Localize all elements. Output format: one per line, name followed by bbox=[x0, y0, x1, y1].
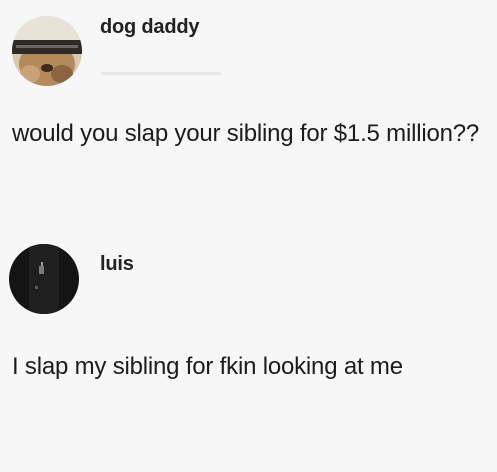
blurred-handle bbox=[101, 72, 221, 75]
post-author-name[interactable]: luis bbox=[100, 253, 134, 276]
dark-photo-avatar[interactable] bbox=[9, 244, 79, 314]
post-dog-daddy: dog daddy would you slap your sibling fo… bbox=[0, 0, 497, 235]
post-author-name[interactable]: dog daddy bbox=[100, 16, 200, 39]
dog-avatar-image bbox=[12, 16, 82, 86]
luis-avatar-image bbox=[9, 244, 79, 314]
dog-photo-avatar[interactable] bbox=[12, 16, 82, 86]
post-luis: luis I slap my sibling for fkin looking … bbox=[0, 235, 497, 472]
post-body-text: would you slap your sibling for $1.5 mil… bbox=[12, 120, 480, 147]
post-body-text: I slap my sibling for fkin looking at me bbox=[12, 353, 403, 380]
